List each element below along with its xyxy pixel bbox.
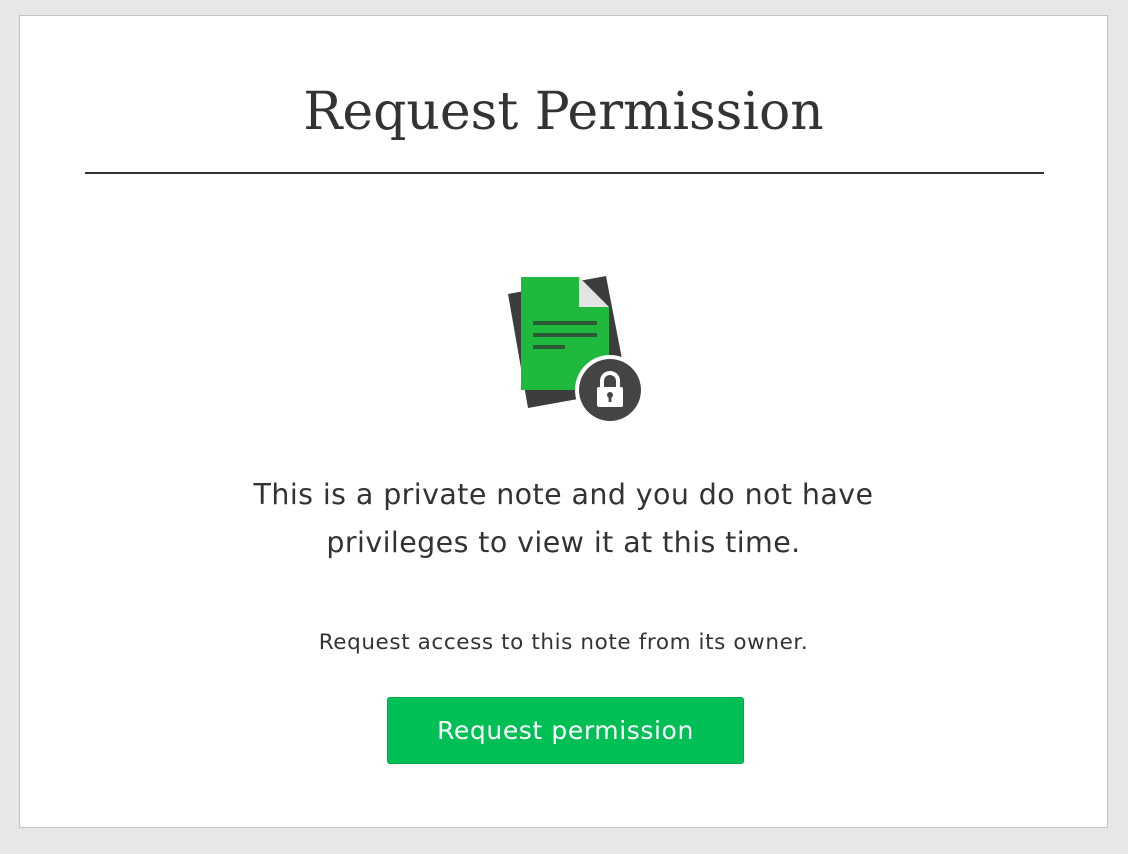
message-line-2: privileges to view it at this time. [326,526,801,559]
title-divider [85,172,1044,174]
lock-icon [575,355,645,425]
request-permission-dialog: Request Permission This is a private not… [19,15,1108,828]
private-note-icon [506,276,646,426]
request-access-hint: Request access to this note from its own… [318,630,809,655]
request-permission-button[interactable]: Request permission [387,697,744,764]
message-line-1: This is a private note and you do not ha… [253,478,874,511]
private-note-message: This is a private note and you do not ha… [120,471,1007,567]
dialog-title: Request Permission [303,82,824,142]
